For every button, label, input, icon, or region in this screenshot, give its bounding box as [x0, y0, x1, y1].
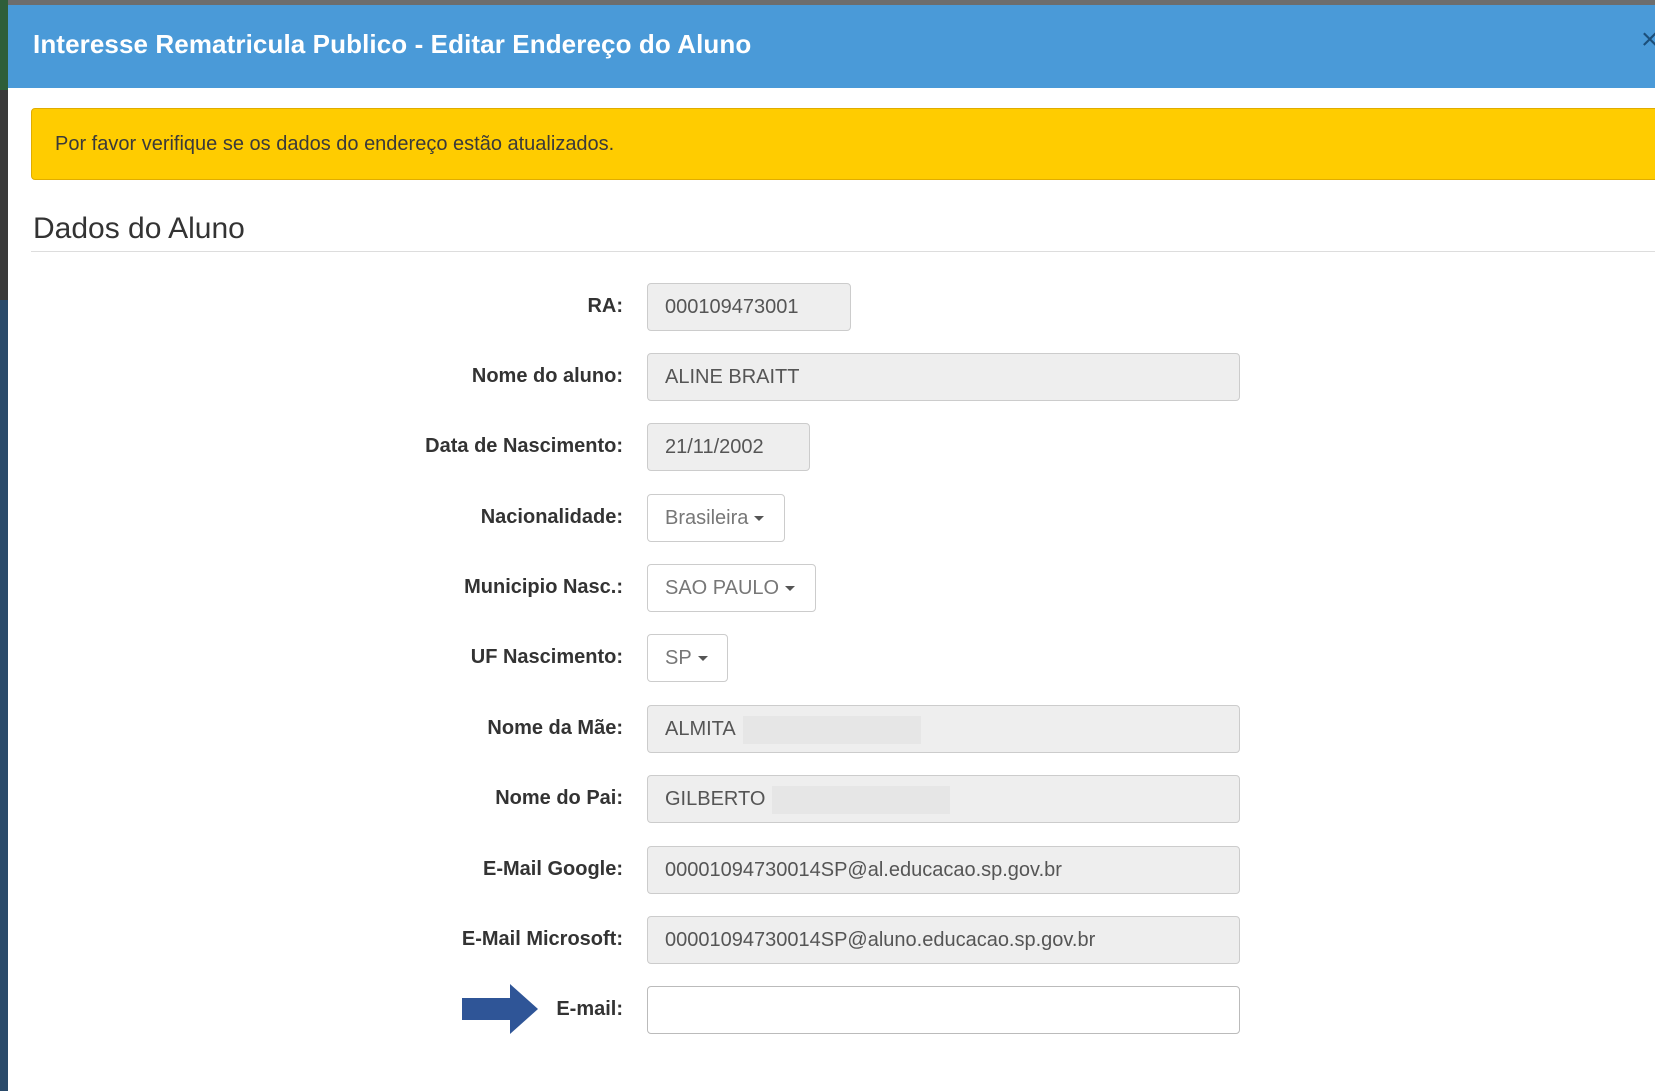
ra-label: RA:: [587, 295, 623, 317]
edit-address-modal: Interesse Rematricula Publico - Editar E…: [8, 5, 1655, 1091]
nome-pai-label: Nome do Pai:: [495, 787, 623, 809]
municipio-nasc-label: Municipio Nasc.:: [464, 576, 623, 598]
nome-mae-field: ALMITA: [647, 705, 1240, 753]
nome-aluno-label: Nome do aluno:: [471, 365, 623, 387]
row-nome-pai: Nome do Pai: GILBERTO: [8, 775, 1655, 823]
row-email-google: E-Mail Google: 00001094730014SP@al.educa…: [8, 846, 1655, 894]
row-data-nascimento: Data de Nascimento: 21/11/2002: [8, 423, 1655, 471]
row-nacionalidade: Nacionalidade: Brasileira: [8, 494, 1655, 542]
nome-mae-value: ALMITA: [665, 718, 736, 740]
email-google-field: 00001094730014SP@al.educacao.sp.gov.br: [647, 846, 1240, 894]
caret-down-icon: [697, 656, 708, 662]
row-uf-nascimento: UF Nascimento: SP: [8, 634, 1655, 682]
email-input[interactable]: [647, 986, 1240, 1034]
nome-pai-field: GILBERTO: [647, 775, 1240, 823]
caret-down-icon: [754, 516, 765, 522]
nome-pai-value: GILBERTO: [665, 788, 766, 810]
row-email: E-mail:: [8, 986, 1655, 1034]
redacted-block: [743, 716, 921, 744]
close-icon[interactable]: ×: [1641, 25, 1655, 55]
row-ra: RA: 000109473001: [8, 283, 1655, 331]
email-label: E-mail:: [556, 998, 623, 1020]
nacionalidade-label: Nacionalidade:: [480, 506, 623, 528]
modal-title: Interesse Rematricula Publico - Editar E…: [33, 29, 752, 59]
email-google-label: E-Mail Google:: [483, 858, 623, 880]
nome-aluno-field: ALINE BRAITT: [647, 353, 1240, 401]
municipio-nasc-dropdown[interactable]: SAO PAULO: [647, 564, 816, 612]
nome-mae-label: Nome da Mãe:: [487, 717, 623, 739]
modal-header: Interesse Rematricula Publico - Editar E…: [8, 5, 1655, 88]
uf-nascimento-dropdown[interactable]: SP: [647, 634, 728, 682]
section-title: Dados do Aluno: [33, 212, 245, 245]
row-nome-mae: Nome da Mãe: ALMITA: [8, 705, 1655, 753]
uf-nascimento-value: SP: [665, 647, 692, 669]
data-nascimento-field: 21/11/2002: [647, 423, 810, 471]
right-arrow-icon: [462, 984, 538, 1034]
email-microsoft-label: E-Mail Microsoft:: [461, 928, 623, 950]
data-nascimento-label: Data de Nascimento:: [425, 435, 623, 457]
nacionalidade-value: Brasileira: [665, 507, 749, 529]
ra-field: 000109473001: [647, 283, 851, 331]
alert-text: Por favor verifique se os dados do ender…: [55, 133, 615, 155]
redacted-block: [772, 786, 950, 814]
row-email-microsoft: E-Mail Microsoft: 00001094730014SP@aluno…: [8, 916, 1655, 964]
section-divider: [31, 251, 1655, 252]
row-nome-aluno: Nome do aluno: ALINE BRAITT: [8, 353, 1655, 401]
warning-alert: Por favor verifique se os dados do ender…: [31, 108, 1655, 180]
background-edge: [0, 0, 8, 1091]
municipio-nasc-value: SAO PAULO: [665, 577, 780, 599]
uf-nascimento-label: UF Nascimento:: [470, 646, 623, 668]
caret-down-icon: [785, 586, 796, 592]
row-municipio-nasc: Municipio Nasc.: SAO PAULO: [8, 564, 1655, 612]
email-microsoft-field: 00001094730014SP@aluno.educacao.sp.gov.b…: [647, 916, 1240, 964]
nacionalidade-dropdown[interactable]: Brasileira: [647, 494, 785, 542]
